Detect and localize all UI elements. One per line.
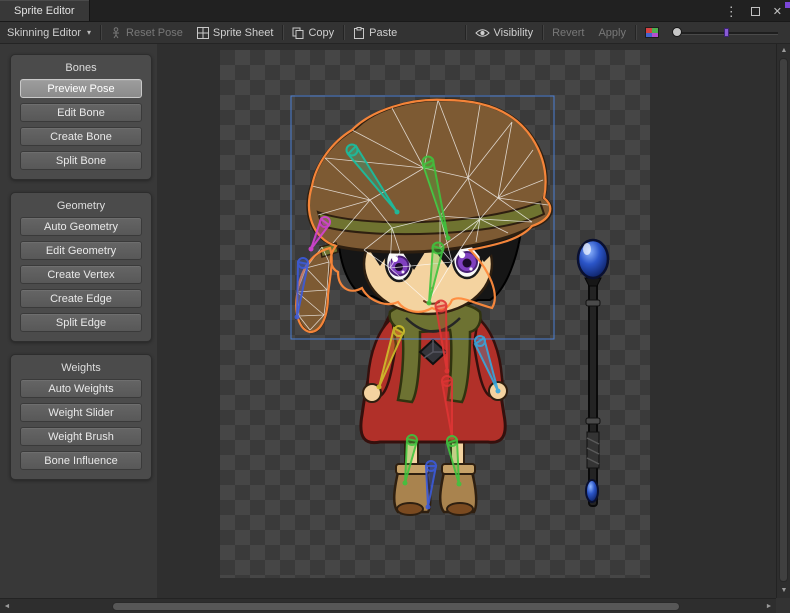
mode-dropdown-label: Skinning Editor: [7, 27, 81, 39]
reset-pose-icon: [110, 27, 122, 39]
menu-kebab-icon[interactable]: ⋮: [725, 5, 738, 18]
tab-title: Sprite Editor: [14, 5, 75, 17]
toolbar-right: Visibility Revert Apply: [463, 22, 790, 43]
scroll-right-icon[interactable]: ►: [763, 599, 775, 613]
close-icon[interactable]: ✕: [773, 5, 782, 18]
toolbar-separator: [635, 25, 636, 40]
split-bone-button[interactable]: Split Bone: [20, 151, 142, 170]
weight-slider-button[interactable]: Weight Slider: [20, 403, 142, 422]
chevron-down-icon: ▾: [87, 28, 91, 37]
apply-label: Apply: [598, 27, 626, 39]
vertical-scrollbar[interactable]: ▲ ▼: [776, 44, 790, 598]
edit-bone-button[interactable]: Edit Bone: [20, 103, 142, 122]
toolbar-separator: [465, 25, 466, 40]
preview-pose-button[interactable]: Preview Pose: [20, 79, 142, 98]
bones-panel-title: Bones: [20, 62, 142, 74]
horizontal-scrollbar[interactable]: ◄ ►: [0, 598, 776, 613]
zoom-slider-knob[interactable]: [672, 27, 682, 37]
auto-geometry-button[interactable]: Auto Geometry: [20, 217, 142, 236]
sprite-editor-window: Sprite Editor ⋮ ✕ Skinning Editor ▾ Rese…: [0, 0, 790, 613]
copy-label: Copy: [308, 27, 334, 39]
corner-accent: [785, 2, 790, 8]
toolbar: Skinning Editor ▾ Reset Pose Sprite Shee…: [0, 22, 790, 44]
copy-button[interactable]: Copy: [285, 22, 341, 43]
vertical-scrollbar-thumb[interactable]: [779, 58, 788, 582]
staff-sprite: [578, 240, 608, 506]
eye-icon: [475, 28, 490, 38]
paste-icon: [353, 27, 365, 39]
copy-icon: [292, 27, 304, 39]
edit-geometry-button[interactable]: Edit Geometry: [20, 241, 142, 260]
scroll-left-icon[interactable]: ◄: [1, 599, 13, 613]
bone-influence-button[interactable]: Bone Influence: [20, 451, 142, 470]
horizontal-scrollbar-thumb[interactable]: [112, 602, 680, 611]
paste-button[interactable]: Paste: [346, 22, 404, 43]
titlebar: Sprite Editor ⋮ ✕: [0, 0, 790, 22]
maximize-icon[interactable]: [751, 7, 760, 16]
reset-pose-button[interactable]: Reset Pose: [103, 22, 190, 43]
apply-button[interactable]: Apply: [591, 22, 633, 43]
sprite-sheet-icon: [197, 27, 209, 39]
sprite-canvas[interactable]: [157, 44, 776, 598]
auto-weights-button[interactable]: Auto Weights: [20, 379, 142, 398]
weight-brush-button[interactable]: Weight Brush: [20, 427, 142, 446]
zoom-slider-marker: [724, 28, 729, 37]
revert-button[interactable]: Revert: [545, 22, 591, 43]
sprite-canvas-svg: [157, 44, 776, 598]
weights-panel: Weights Auto Weights Weight Slider Weigh…: [10, 354, 152, 480]
zoom-slider[interactable]: [672, 22, 780, 43]
sprite-sheet-label: Sprite Sheet: [213, 27, 274, 39]
create-vertex-button[interactable]: Create Vertex: [20, 265, 142, 284]
create-bone-button[interactable]: Create Bone: [20, 127, 142, 146]
revert-label: Revert: [552, 27, 584, 39]
bones-panel: Bones Preview Pose Edit Bone Create Bone…: [10, 54, 152, 180]
scroll-down-icon[interactable]: ▼: [777, 585, 790, 597]
geometry-panel: Geometry Auto Geometry Edit Geometry Cre…: [10, 192, 152, 342]
toolbar-separator: [100, 25, 101, 40]
visibility-button[interactable]: Visibility: [468, 22, 541, 43]
mesh-color-button[interactable]: [638, 22, 666, 43]
visibility-label: Visibility: [494, 27, 534, 39]
toolbar-separator: [282, 25, 283, 40]
paste-label: Paste: [369, 27, 397, 39]
tab-sprite-editor[interactable]: Sprite Editor: [0, 0, 90, 21]
reset-pose-label: Reset Pose: [126, 27, 183, 39]
color-swatch-icon: [645, 27, 659, 38]
window-controls: ⋮ ✕: [725, 0, 782, 22]
scroll-up-icon[interactable]: ▲: [777, 45, 790, 57]
toolbar-separator: [343, 25, 344, 40]
mode-dropdown[interactable]: Skinning Editor ▾: [0, 22, 98, 43]
sprite-sheet-button[interactable]: Sprite Sheet: [190, 22, 281, 43]
geometry-panel-title: Geometry: [20, 200, 142, 212]
scrollbar-corner: [776, 598, 790, 613]
split-edge-button[interactable]: Split Edge: [20, 313, 142, 332]
create-edge-button[interactable]: Create Edge: [20, 289, 142, 308]
toolbar-separator: [542, 25, 543, 40]
weights-panel-title: Weights: [20, 362, 142, 374]
